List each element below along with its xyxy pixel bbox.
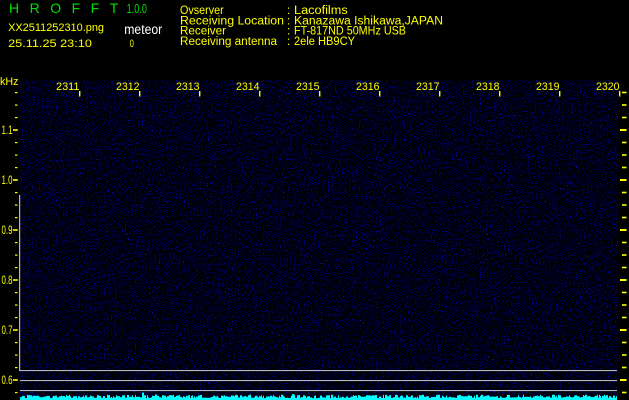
svg-text:0: 0 bbox=[130, 38, 134, 50]
svg-text:XX2511252310.png: XX2511252310.png bbox=[8, 22, 104, 34]
svg-text:Receiving antenna: Receiving antenna bbox=[180, 36, 278, 48]
svg-text:2319: 2319 bbox=[536, 81, 560, 93]
svg-text:meteor: meteor bbox=[124, 22, 162, 37]
svg-text:1.1: 1.1 bbox=[2, 123, 13, 137]
svg-text:0.8: 0.8 bbox=[2, 273, 13, 287]
svg-text:2311: 2311 bbox=[56, 81, 80, 93]
svg-text:2313: 2313 bbox=[176, 81, 200, 93]
svg-text:25.11.25 23:10: 25.11.25 23:10 bbox=[8, 38, 92, 50]
svg-text:0.7: 0.7 bbox=[2, 323, 13, 337]
svg-text:HROFFT: HROFFT bbox=[9, 0, 129, 16]
svg-text:2318: 2318 bbox=[476, 81, 500, 93]
svg-text:0.6: 0.6 bbox=[2, 373, 13, 387]
svg-text:0.9: 0.9 bbox=[2, 223, 13, 237]
svg-text:2317: 2317 bbox=[416, 81, 440, 93]
svg-text:1.0: 1.0 bbox=[2, 173, 13, 187]
svg-text:kHz: kHz bbox=[0, 76, 19, 88]
svg-text::: : bbox=[287, 36, 290, 48]
svg-text:2312: 2312 bbox=[116, 81, 140, 93]
svg-text:1.0.0: 1.0.0 bbox=[127, 1, 147, 16]
svg-text:2ele HB9CY: 2ele HB9CY bbox=[294, 36, 355, 48]
svg-text:2314: 2314 bbox=[236, 81, 260, 93]
svg-text:2315: 2315 bbox=[296, 81, 320, 93]
svg-text:2316: 2316 bbox=[356, 81, 380, 93]
svg-text:2320: 2320 bbox=[596, 81, 620, 93]
